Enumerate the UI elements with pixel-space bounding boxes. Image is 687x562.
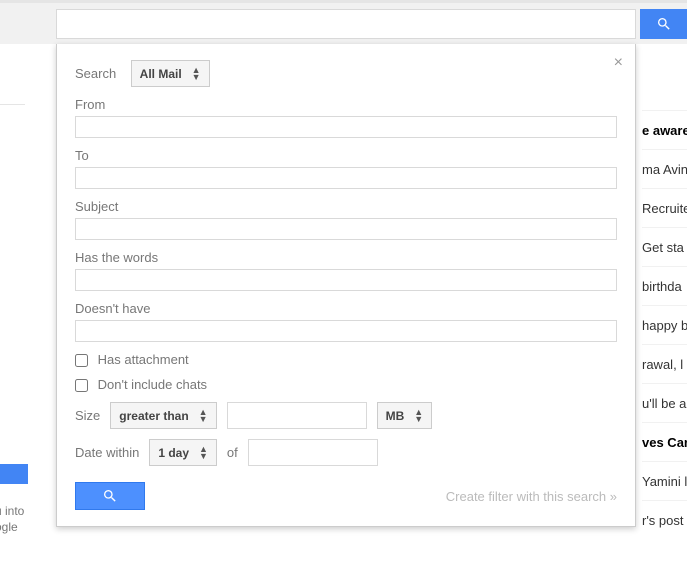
to-input[interactable]	[75, 167, 617, 189]
sort-arrows-icon: ▲▼	[192, 67, 201, 81]
compose-button-fragment[interactable]	[0, 464, 28, 484]
mail-row-fragment[interactable]: r's post	[642, 500, 687, 539]
sort-arrows-icon: ▲▼	[199, 409, 208, 423]
mail-row-fragment[interactable]: birthda	[642, 266, 687, 305]
mail-row-fragment[interactable]: Yamini l	[642, 461, 687, 500]
mail-row-fragment[interactable]: Get sta	[642, 227, 687, 266]
create-filter-link[interactable]: Create filter with this search »	[446, 489, 617, 504]
top-bar	[0, 0, 687, 44]
left-sidebar-fragment: u into ogle	[0, 44, 30, 562]
search-button[interactable]	[640, 9, 687, 39]
subject-input[interactable]	[75, 218, 617, 240]
has-words-input[interactable]	[75, 269, 617, 291]
search-scope-select[interactable]: All Mail ▲▼	[131, 60, 210, 87]
advanced-search-panel: × Search All Mail ▲▼ From To Subject Has…	[56, 44, 636, 527]
sort-arrows-icon: ▲▼	[199, 446, 208, 460]
date-range-select[interactable]: 1 day ▲▼	[149, 439, 217, 466]
has-words-label: Has the words	[75, 250, 617, 265]
date-range-value: 1 day	[158, 446, 189, 460]
from-input[interactable]	[75, 116, 617, 138]
close-icon[interactable]: ×	[614, 54, 623, 72]
dont-include-chats-checkbox[interactable]	[75, 379, 88, 392]
mail-list-fragment: e awarema AvinRecruiteGet stabirthdahapp…	[642, 110, 687, 539]
date-within-label: Date within	[75, 445, 139, 460]
mail-row-fragment[interactable]: happy b	[642, 305, 687, 344]
from-label: From	[75, 97, 617, 112]
has-attachment-label: Has attachment	[98, 352, 189, 367]
search-submit-button[interactable]	[75, 482, 145, 510]
sidebar-text-2: ogle	[0, 520, 18, 534]
search-input[interactable]	[56, 9, 636, 39]
doesnt-have-label: Doesn't have	[75, 301, 617, 316]
date-input[interactable]	[248, 439, 378, 466]
size-value-input[interactable]	[227, 402, 367, 429]
mail-row-fragment[interactable]: ves Car	[642, 422, 687, 461]
size-operator-select[interactable]: greater than ▲▼	[110, 402, 216, 429]
sidebar-text-1: u into	[0, 504, 24, 518]
search-scope-value: All Mail	[140, 67, 182, 81]
search-icon	[102, 488, 118, 504]
mail-row-fragment[interactable]: rawal, l	[642, 344, 687, 383]
dont-include-chats-label: Don't include chats	[98, 377, 207, 392]
mail-row-fragment[interactable]: ma Avin	[642, 149, 687, 188]
sort-arrows-icon: ▲▼	[414, 409, 423, 423]
subject-label: Subject	[75, 199, 617, 214]
size-label: Size	[75, 408, 100, 423]
search-scope-label: Search	[75, 66, 116, 81]
mail-row-fragment[interactable]: e aware	[642, 110, 687, 149]
size-unit-value: MB	[386, 409, 405, 423]
size-unit-select[interactable]: MB ▲▼	[377, 402, 433, 429]
has-attachment-checkbox[interactable]	[75, 354, 88, 367]
to-label: To	[75, 148, 617, 163]
mail-row-fragment[interactable]: u'll be a	[642, 383, 687, 422]
date-of-label: of	[227, 445, 238, 460]
sidebar-divider	[0, 104, 25, 105]
doesnt-have-input[interactable]	[75, 320, 617, 342]
search-icon	[656, 16, 672, 32]
size-operator-value: greater than	[119, 409, 188, 423]
mail-row-fragment[interactable]: Recruite	[642, 188, 687, 227]
